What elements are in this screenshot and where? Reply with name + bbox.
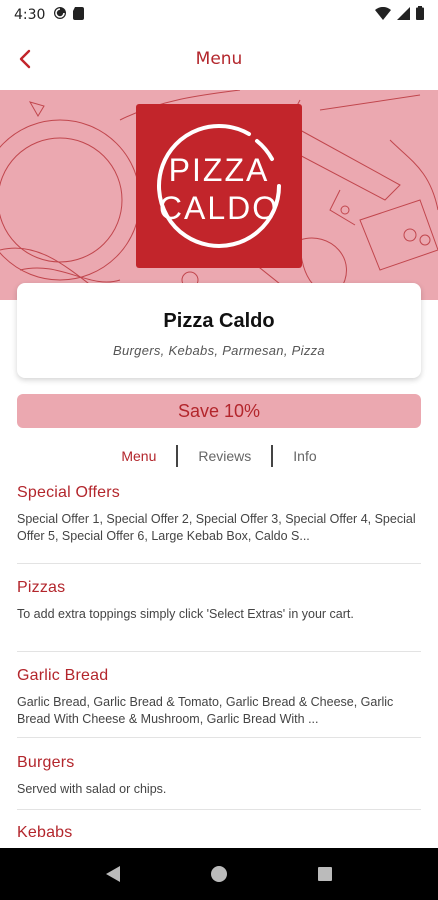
back-arrow-icon[interactable] xyxy=(10,44,40,74)
restaurant-logo: PIZZA CALDO xyxy=(136,104,302,268)
section-title: Pizzas xyxy=(17,579,66,596)
page-title: Menu xyxy=(195,49,243,69)
section-description: Special Offer 1, Special Offer 2, Specia… xyxy=(17,512,416,543)
pizza-caldo-logo-icon: PIZZA CALDO xyxy=(157,123,281,248)
svg-text:PIZZA: PIZZA xyxy=(169,152,270,188)
tab-reviews[interactable]: Reviews xyxy=(178,448,271,464)
section-title: Kebabs xyxy=(17,824,73,841)
tab-bar: Menu Reviews Info xyxy=(0,444,438,468)
section-description: Served with salad or chips. xyxy=(17,782,167,796)
section-description: Garlic Bread, Garlic Bread & Tomato, Gar… xyxy=(17,695,394,726)
tab-info[interactable]: Info xyxy=(273,448,336,464)
recents-square-icon[interactable] xyxy=(317,866,333,882)
section-title: Burgers xyxy=(17,754,75,771)
menu-section-kebabs[interactable]: Kebabs xyxy=(17,810,421,850)
status-time: 4:30 xyxy=(14,7,46,23)
menu-section-garlic-bread[interactable]: Garlic Bread Garlic Bread, Garlic Bread … xyxy=(17,652,421,738)
back-triangle-icon[interactable] xyxy=(105,865,121,883)
section-description: To add extra toppings simply click 'Sele… xyxy=(17,607,354,621)
sd-card-icon xyxy=(73,6,85,24)
battery-icon xyxy=(416,6,424,24)
app-bar: Menu xyxy=(0,30,438,88)
restaurant-name: Pizza Caldo xyxy=(163,310,275,332)
signal-icon xyxy=(397,6,410,24)
menu-section-burgers[interactable]: Burgers Served with salad or chips. xyxy=(17,738,421,810)
wifi-icon xyxy=(375,6,391,24)
pocket-casts-icon xyxy=(53,6,67,24)
svg-text:CALDO: CALDO xyxy=(159,190,279,226)
restaurant-cuisines: Burgers, Kebabs, Parmesan, Pizza xyxy=(113,343,325,358)
system-navigation-bar xyxy=(0,848,438,900)
restaurant-info-card: Pizza Caldo Burgers, Kebabs, Parmesan, P… xyxy=(17,283,421,378)
menu-section-list: Special Offers Special Offer 1, Special … xyxy=(17,484,421,850)
section-title: Garlic Bread xyxy=(17,667,109,684)
section-title: Special Offers xyxy=(17,484,120,501)
tab-menu[interactable]: Menu xyxy=(101,448,176,464)
discount-banner[interactable]: Save 10% xyxy=(17,394,421,428)
menu-section-pizzas[interactable]: Pizzas To add extra toppings simply clic… xyxy=(17,564,421,652)
home-circle-icon[interactable] xyxy=(210,865,228,883)
menu-section-special-offers[interactable]: Special Offers Special Offer 1, Special … xyxy=(17,484,421,564)
status-bar: 4:30 xyxy=(0,0,438,30)
